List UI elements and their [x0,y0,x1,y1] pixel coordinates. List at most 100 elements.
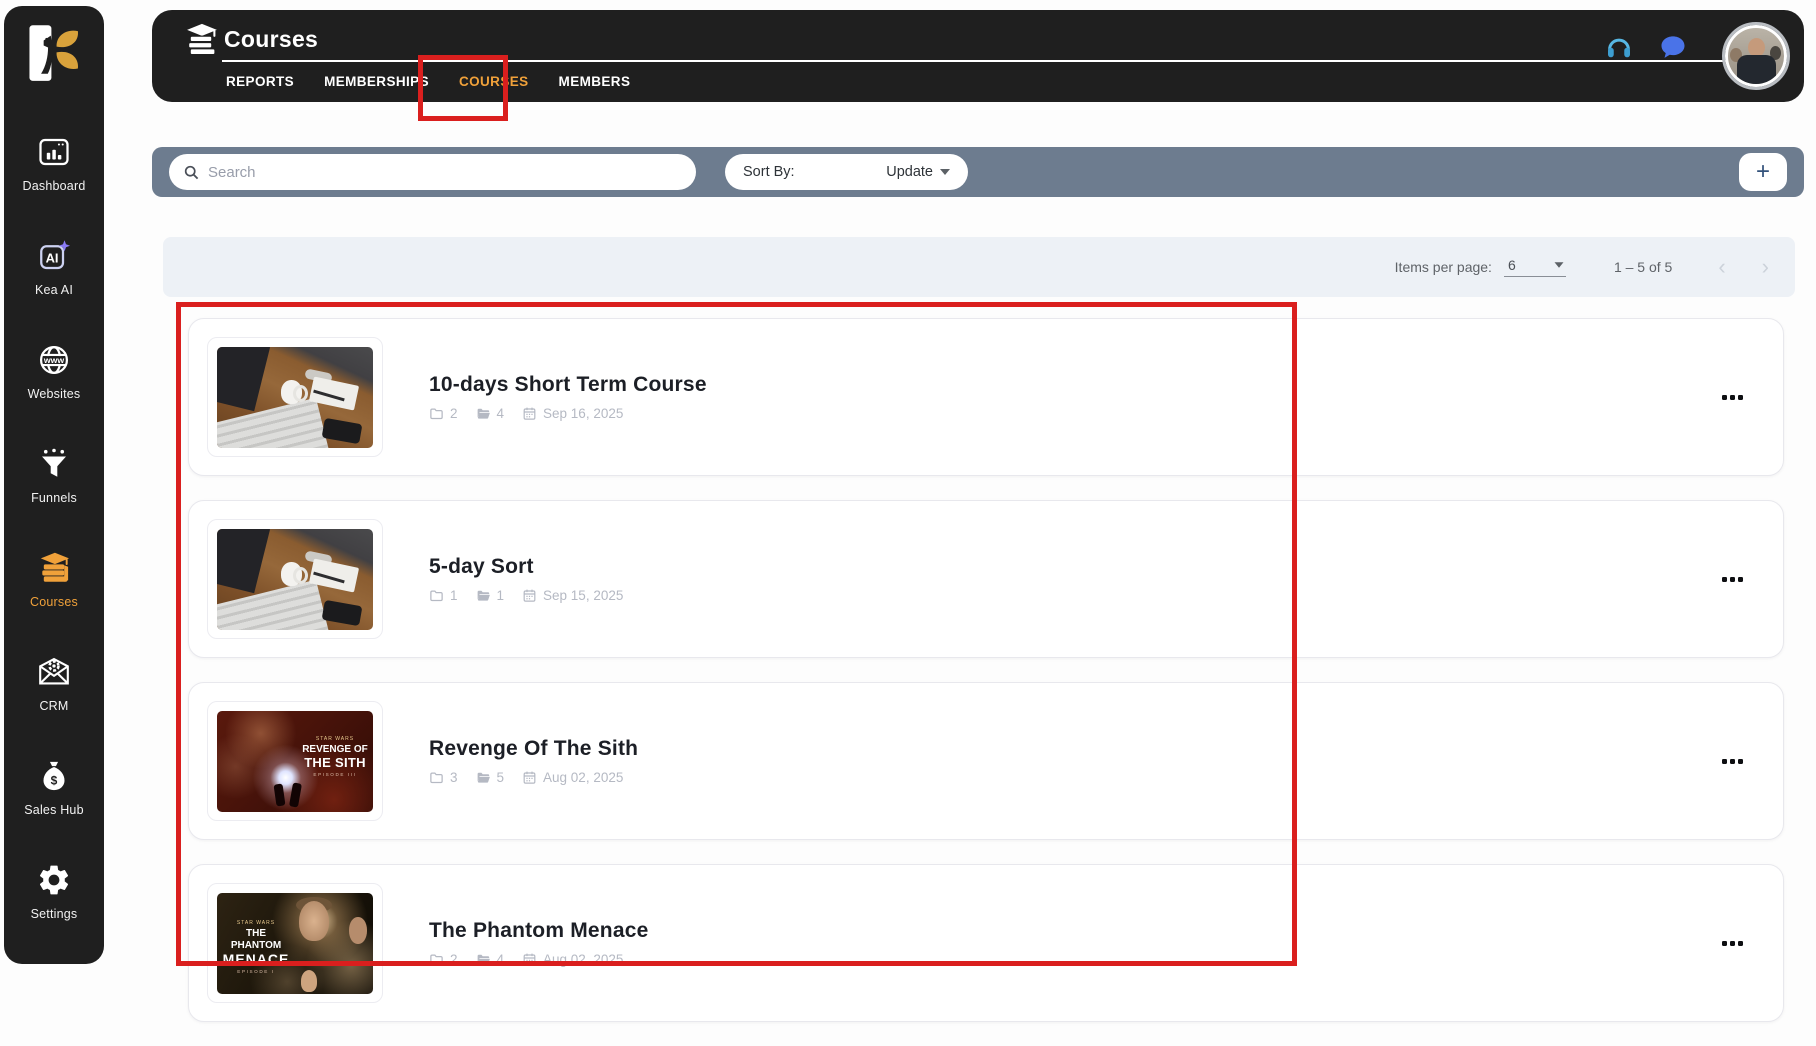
modules-count: 2 [429,952,458,967]
course-card[interactable]: STAR WARS THE PHANTOM MENACE EPISODE I T… [188,864,1784,1022]
modules-count: 3 [429,770,458,785]
sort-label: Sort By: [743,164,795,180]
course-thumbnail [207,337,383,457]
sidebar-item-label: Sales Hub [24,803,83,817]
course-thumbnail: STAR WARS THE PHANTOM MENACE EPISODE I [207,883,383,1003]
lessons-count: 5 [476,770,505,785]
money-bag-icon: $ [34,756,74,796]
desk-photo-thumbnail [217,347,373,448]
phantom-poster-thumbnail: STAR WARS THE PHANTOM MENACE EPISODE I [217,893,373,994]
course-date: Sep 16, 2025 [522,406,623,421]
avatar[interactable] [1725,25,1787,87]
tab-members[interactable]: MEMBERS [555,68,635,95]
sidebar: Dashboard AI Kea AI www Websites [4,6,104,964]
page-nav: ‹ › [1718,256,1769,278]
folder-icon [429,588,444,603]
sidebar-item-courses[interactable]: Courses [4,522,104,626]
courses-icon [182,21,220,59]
course-date: Aug 02, 2025 [522,952,623,967]
sidebar-item-label: Courses [30,595,78,609]
course-card[interactable]: STAR WARS REVENGE OF THE SITH EPISODE II… [188,682,1784,840]
course-menu-button[interactable] [1722,569,1743,590]
page-header: Courses REPORTS MEMBERSHIPS COURSES MEMB… [152,10,1804,102]
chevron-down-icon [1554,262,1563,267]
folder-open-icon [476,588,491,603]
calendar-icon [522,588,537,603]
dashboard-icon [34,132,74,172]
search-box [169,154,696,190]
courses-icon [34,548,74,588]
title-divider [222,60,1728,62]
svg-text:www: www [43,355,65,365]
course-date: Aug 02, 2025 [522,770,623,785]
modules-count: 1 [429,588,458,603]
course-card[interactable]: 10-days Short Term Course 2 4 Sep 16, 20… [188,318,1784,476]
svg-text:$: $ [51,773,58,787]
search-input[interactable] [208,164,682,181]
calendar-icon [522,406,537,421]
globe-icon: www [34,340,74,380]
sith-poster-thumbnail: STAR WARS REVENGE OF THE SITH EPISODE II… [217,711,373,812]
funnel-icon [34,444,74,484]
tab-memberships[interactable]: MEMBERSHIPS [320,68,433,95]
search-icon [183,164,200,181]
folder-icon [429,952,444,967]
course-card[interactable]: 5-day Sort 1 1 Sep 15, 2025 [188,500,1784,658]
folder-open-icon [476,406,491,421]
next-page-button[interactable]: › [1762,256,1769,278]
sidebar-item-label: Websites [28,387,81,401]
calendar-icon [522,952,537,967]
add-course-button[interactable]: + [1739,153,1787,191]
modules-count: 2 [429,406,458,421]
chevron-down-icon [940,169,950,175]
items-per-page-value: 6 [1508,257,1516,273]
sidebar-item-label: Kea AI [35,283,73,297]
page-title: Courses [224,26,318,53]
headset-icon[interactable] [1604,32,1634,62]
sidebar-item-crm[interactable]: CRM [4,626,104,730]
sidebar-item-label: CRM [39,699,68,713]
sort-value: Update [886,164,933,180]
kea-logo-icon [23,24,85,90]
header-tabs: REPORTS MEMBERSHIPS COURSES MEMBERS [222,68,634,95]
crm-icon [34,652,74,692]
chat-icon[interactable] [1658,32,1688,62]
folder-icon [429,406,444,421]
sidebar-item-dashboard[interactable]: Dashboard [4,106,104,210]
header-actions [1604,32,1688,62]
course-title: Revenge Of The Sith [429,737,638,761]
sort-dropdown[interactable]: Sort By: Update [725,154,968,190]
toolbar: Sort By: Update + [152,147,1804,197]
course-menu-button[interactable] [1722,751,1743,772]
sidebar-item-label: Funnels [31,491,77,505]
sidebar-item-settings[interactable]: Settings [4,834,104,938]
course-thumbnail: STAR WARS REVENGE OF THE SITH EPISODE II… [207,701,383,821]
page-range: 1 – 5 of 5 [1614,259,1672,275]
sidebar-item-funnels[interactable]: Funnels [4,418,104,522]
tab-courses[interactable]: COURSES [455,68,533,95]
calendar-icon [522,770,537,785]
sidebar-item-kea-ai[interactable]: AI Kea AI [4,210,104,314]
course-menu-button[interactable] [1722,933,1743,954]
items-per-page-select[interactable]: 6 [1504,257,1566,277]
sidebar-item-sales-hub[interactable]: $ Sales Hub [4,730,104,834]
sidebar-item-websites[interactable]: www Websites [4,314,104,418]
gear-icon [34,860,74,900]
prev-page-button[interactable]: ‹ [1718,256,1725,278]
items-per-page-label: Items per page: [1395,259,1492,275]
svg-text:AI: AI [46,251,59,266]
course-list: 10-days Short Term Course 2 4 Sep 16, 20… [188,318,1784,1046]
course-menu-button[interactable] [1722,387,1743,408]
pagination-bar: Items per page: 6 1 – 5 of 5 ‹ › [163,237,1795,297]
lessons-count: 4 [476,406,505,421]
ai-icon: AI [34,236,74,276]
course-date: Sep 15, 2025 [522,588,623,603]
folder-open-icon [476,770,491,785]
folder-open-icon [476,952,491,967]
tab-reports[interactable]: REPORTS [222,68,298,95]
desk-photo-thumbnail [217,529,373,630]
course-title: 10-days Short Term Course [429,373,707,397]
course-title: 5-day Sort [429,555,623,579]
course-thumbnail [207,519,383,639]
lessons-count: 4 [476,952,505,967]
